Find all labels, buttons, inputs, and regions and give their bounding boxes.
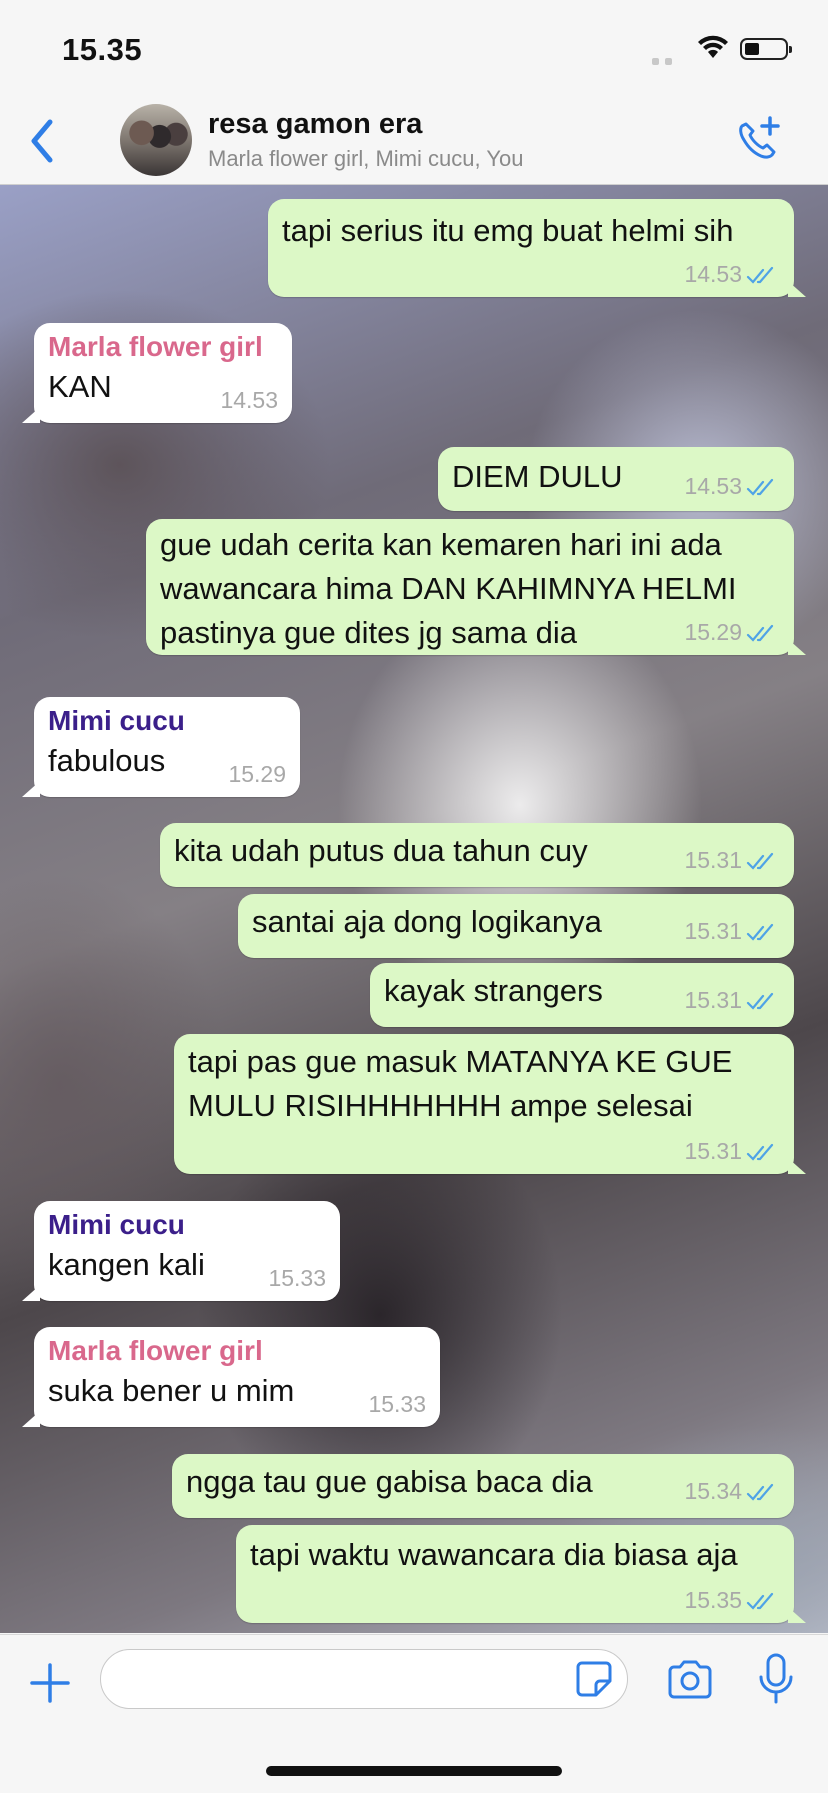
status-bar: 15.35 (0, 0, 828, 100)
signal-icon (652, 52, 678, 70)
message-bubble-outgoing[interactable]: kayak strangers 15.31 (370, 963, 794, 1027)
sender-name[interactable]: Marla flower girl (48, 1335, 263, 1367)
status-time: 15.35 (62, 32, 143, 67)
chat-title[interactable]: resa gamon era (208, 108, 422, 141)
message-text: kayak strangers (384, 973, 603, 1008)
plus-icon[interactable] (28, 1661, 72, 1705)
message-time: 15.34 (684, 1478, 742, 1504)
message-time: 15.29 (228, 761, 286, 787)
message-input[interactable] (100, 1649, 628, 1709)
message-bubble-incoming[interactable]: Marla flower girl KAN 14.53 (22, 323, 292, 423)
chat-participants[interactable]: Marla flower girl, Mimi cucu, You (208, 146, 523, 172)
message-time: 15.29 (684, 619, 742, 645)
message-text: DIEM DULU (452, 459, 623, 494)
home-indicator[interactable] (266, 1766, 562, 1776)
message-bubble-incoming[interactable]: Mimi cucu fabulous 15.29 (22, 697, 300, 797)
message-meta: 15.34 (684, 1478, 776, 1505)
message-text: MULU RISIHHHHHHH ampe selesai (188, 1088, 693, 1123)
message-meta: 15.35 (684, 1587, 776, 1614)
message-meta: 15.31 (684, 918, 776, 945)
message-text: wawancara hima DAN KAHIMNYA HELMI (160, 571, 737, 606)
message-text: KAN (48, 369, 112, 404)
message-time: 15.31 (684, 1138, 742, 1164)
read-receipt-icon (746, 266, 774, 284)
message-text: gue udah cerita kan kemaren hari ini ada (160, 527, 722, 562)
message-text: kita udah putus dua tahun cuy (174, 833, 588, 868)
message-text: ngga tau gue gabisa baca dia (186, 1464, 593, 1499)
message-time: 14.53 (220, 387, 278, 413)
message-bubble-outgoing[interactable]: tapi serius itu emg buat helmi sih 14.53 (268, 199, 806, 297)
message-bubble-incoming[interactable]: Mimi cucu kangen kali 15.33 (22, 1201, 340, 1301)
message-bubble-outgoing[interactable]: tapi waktu wawancara dia biasa aja 15.35 (236, 1525, 806, 1623)
read-receipt-icon (746, 1143, 774, 1161)
message-time: 15.33 (368, 1391, 426, 1417)
message-text: tapi pas gue masuk MATANYA KE GUE (188, 1044, 733, 1079)
message-meta: 15.31 (684, 1138, 776, 1165)
read-receipt-icon (746, 624, 774, 642)
message-text: santai aja dong logikanya (252, 904, 602, 939)
message-meta: 15.29 (684, 619, 776, 646)
message-bubble-outgoing[interactable]: ngga tau gue gabisa baca dia 15.34 (172, 1454, 794, 1518)
message-text: tapi waktu wawancara dia biasa aja (250, 1537, 738, 1572)
read-receipt-icon (746, 1483, 774, 1501)
message-time: 15.33 (268, 1265, 326, 1291)
message-text: tapi serius itu emg buat helmi sih (282, 213, 734, 248)
read-receipt-icon (746, 992, 774, 1010)
message-bubble-outgoing[interactable]: tapi pas gue masuk MATANYA KE GUE MULU R… (174, 1034, 806, 1174)
message-meta: 14.53 (684, 261, 776, 288)
message-text: kangen kali (48, 1247, 205, 1282)
message-text: fabulous (48, 743, 166, 778)
sender-name[interactable]: Mimi cucu (48, 705, 185, 737)
chat-area[interactable]: tapi serius itu emg buat helmi sih 14.53… (0, 185, 828, 1633)
message-meta: 15.31 (684, 847, 776, 874)
message-bubble-outgoing[interactable]: kita udah putus dua tahun cuy 15.31 (160, 823, 794, 887)
read-receipt-icon (746, 923, 774, 941)
chevron-left-icon[interactable] (22, 114, 62, 168)
message-time: 15.31 (684, 987, 742, 1013)
message-meta: 15.31 (684, 987, 776, 1014)
message-meta: 14.53 (684, 473, 776, 500)
chat-header: resa gamon era Marla flower girl, Mimi c… (0, 100, 828, 185)
camera-icon[interactable] (666, 1659, 714, 1699)
message-time: 14.53 (684, 473, 742, 499)
message-bubble-incoming[interactable]: Marla flower girl suka bener u mim 15.33 (22, 1327, 440, 1427)
message-text: suka bener u mim (48, 1373, 295, 1408)
sender-name[interactable]: Marla flower girl (48, 331, 263, 363)
wifi-icon (698, 35, 728, 58)
battery-icon (740, 38, 792, 60)
message-bubble-outgoing[interactable]: gue udah cerita kan kemaren hari ini ada… (146, 519, 806, 655)
message-time: 15.31 (684, 918, 742, 944)
sticker-icon[interactable] (574, 1659, 614, 1699)
read-receipt-icon (746, 478, 774, 496)
message-time: 15.35 (684, 1587, 742, 1613)
read-receipt-icon (746, 1592, 774, 1610)
microphone-icon[interactable] (758, 1653, 794, 1705)
message-bubble-outgoing[interactable]: DIEM DULU 14.53 (438, 447, 794, 511)
sender-name[interactable]: Mimi cucu (48, 1209, 185, 1241)
message-time: 15.31 (684, 847, 742, 873)
read-receipt-icon (746, 852, 774, 870)
group-avatar[interactable] (120, 104, 192, 176)
message-time: 14.53 (684, 261, 742, 287)
message-bubble-outgoing[interactable]: santai aja dong logikanya 15.31 (238, 894, 794, 958)
add-call-icon[interactable] (730, 112, 786, 168)
message-text: pastinya gue dites jg sama dia (160, 615, 578, 650)
